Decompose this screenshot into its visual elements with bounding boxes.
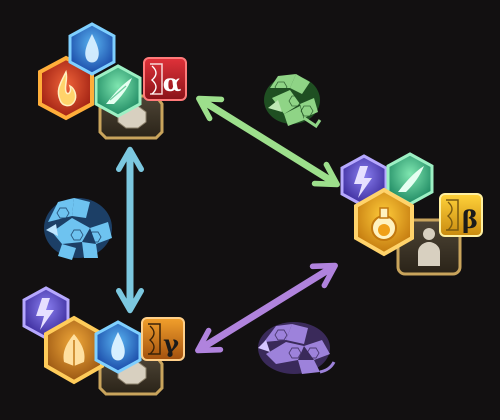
winged-lion-icon	[44, 198, 112, 260]
potion-element-icon	[354, 187, 414, 257]
dragon-icon	[258, 322, 336, 374]
wind-element-icon	[94, 64, 142, 118]
node-alpha[interactable]: α	[38, 22, 187, 140]
node-label-alpha: α	[163, 68, 181, 97]
evolution-diagram: α β γ	[22, 22, 483, 396]
node-label-gamma: γ	[163, 329, 179, 358]
node-gamma[interactable]: γ	[22, 286, 185, 396]
node-label-beta: β	[462, 205, 478, 234]
griffin-icon	[264, 74, 322, 129]
node-beta[interactable]: β	[340, 152, 483, 276]
water-element-icon	[94, 320, 142, 374]
water-element-icon	[68, 22, 116, 76]
earth-element-icon	[44, 315, 104, 385]
